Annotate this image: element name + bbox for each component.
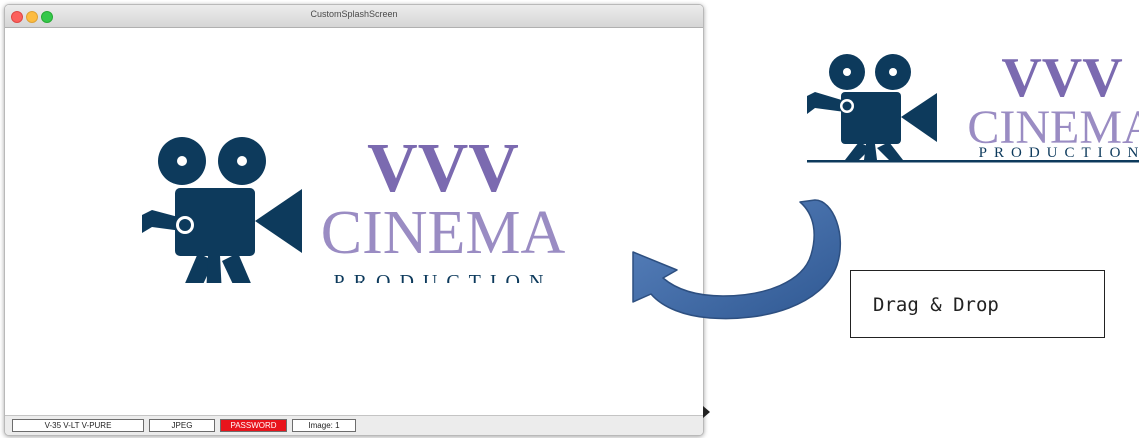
curved-arrow-icon bbox=[632, 199, 842, 320]
drag-drop-callout: Drag & Drop bbox=[850, 270, 1105, 338]
status-bar: V-35 V-LT V-PURE JPEG PASSWORD Image: 1 bbox=[5, 415, 703, 435]
film-camera-icon bbox=[142, 137, 302, 283]
password-status: PASSWORD bbox=[220, 419, 287, 432]
format-status: JPEG bbox=[149, 419, 215, 432]
window-title: CustomSplashScreen bbox=[310, 9, 398, 19]
cinema-logo-image: VVV CINEMA PRODUCTION bbox=[142, 130, 566, 283]
logo-production-text: PRODUCTION bbox=[979, 145, 1139, 161]
logo-vvv-text: VVV bbox=[367, 130, 519, 207]
source-logo-image[interactable]: VVV CINEMA PRODUCTION bbox=[807, 44, 1139, 166]
engines-status: V-35 V-LT V-PURE bbox=[12, 419, 144, 432]
logo-cinema-text: CINEMA bbox=[321, 199, 566, 267]
logo-production-text: PRODUCTION bbox=[334, 271, 553, 283]
drag-drop-label: Drag & Drop bbox=[873, 294, 999, 316]
custom-splash-window: CustomSplashScreen VVV CINEMA PRODUCTION bbox=[4, 4, 704, 436]
resize-pointer-icon bbox=[703, 406, 710, 418]
splash-drop-area[interactable]: VVV CINEMA PRODUCTION bbox=[5, 28, 703, 416]
image-count-status: Image: 1 bbox=[292, 419, 356, 432]
title-bar[interactable]: CustomSplashScreen bbox=[5, 5, 703, 28]
logo-vvv-text: VVV bbox=[1001, 47, 1122, 109]
film-camera-icon bbox=[807, 54, 937, 160]
